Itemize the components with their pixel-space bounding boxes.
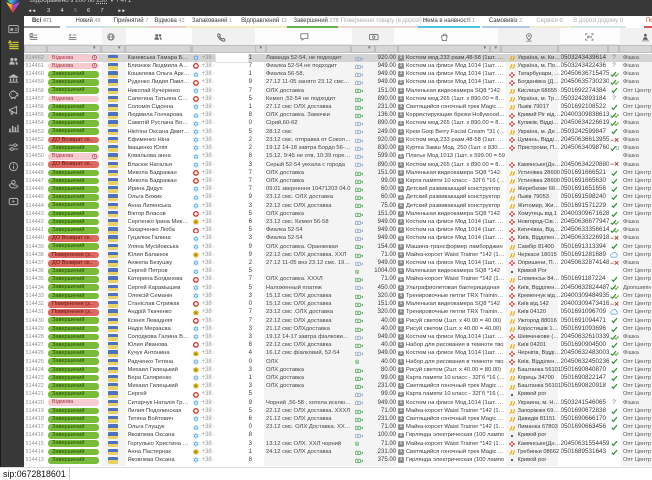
svg-text:lc: lc	[195, 368, 198, 372]
svg-text:lc: lc	[195, 311, 198, 315]
svg-text:lc: lc	[195, 450, 198, 454]
svg-text:lc: lc	[195, 385, 198, 389]
svg-text:lc: lc	[195, 352, 198, 356]
svg-text:lc: lc	[195, 253, 198, 257]
svg-text:lc: lc	[195, 220, 198, 224]
